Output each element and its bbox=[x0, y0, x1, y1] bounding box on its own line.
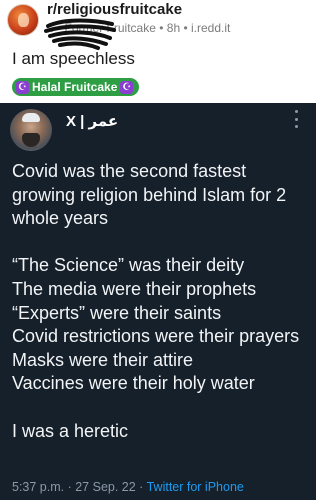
meta-separator-2: • bbox=[180, 21, 192, 35]
tweet-line: Vaccines were their holy water bbox=[12, 373, 255, 394]
post-flair-label: Halal Fruitcake bbox=[32, 80, 118, 94]
tweet-line: Covid was the second fastest growing rel… bbox=[12, 161, 287, 229]
tweet-line: “The Science” was their deity bbox=[12, 255, 245, 276]
tweet-card: X | عمر Covid was the second fastest gro… bbox=[0, 103, 316, 500]
tweet-client-link[interactable]: Twitter for iPhone bbox=[147, 480, 244, 494]
post-title[interactable]: I am speechless bbox=[12, 49, 135, 69]
tweet-line: Covid restrictions were their prayers bbox=[12, 326, 300, 347]
footer-separator-1: · bbox=[64, 480, 76, 494]
reddit-post-header: r/religiousfruitcake .. • Former Fruitca… bbox=[0, 0, 316, 102]
username-redaction-scribble bbox=[44, 18, 116, 50]
tweet-footer: 5:37 p.m. · 27 Sep. 22 · Twitter for iPh… bbox=[12, 480, 244, 494]
tweet-author-avatar[interactable] bbox=[10, 109, 52, 151]
footer-separator-2: · bbox=[135, 480, 147, 494]
tweet-text: Covid was the second fastest growing rel… bbox=[12, 160, 310, 443]
post-age: 8h bbox=[166, 21, 181, 35]
more-options-icon[interactable] bbox=[290, 110, 302, 128]
tweet-author-name[interactable]: X | عمر bbox=[66, 112, 118, 130]
tweet-line: I was a heretic bbox=[12, 420, 129, 441]
tweet-time[interactable]: 5:37 p.m. bbox=[12, 480, 64, 494]
crescent-moon-icon: ☪ bbox=[16, 80, 29, 94]
tweet-line: “Experts” were their saints bbox=[12, 302, 222, 323]
avatar-cap-shape bbox=[22, 113, 40, 122]
post-flair[interactable]: ☪ Halal Fruitcake ☪ bbox=[12, 78, 140, 96]
post-domain[interactable]: i.redd.it bbox=[191, 21, 230, 35]
tweet-line: The media were their prophets bbox=[12, 278, 257, 299]
avatar-beard-shape bbox=[22, 133, 40, 147]
meta-separator-1: • bbox=[155, 21, 167, 35]
subreddit-avatar[interactable] bbox=[7, 4, 39, 36]
tweet-date[interactable]: 27 Sep. 22 bbox=[75, 480, 135, 494]
tweet-line: Masks were their attire bbox=[12, 349, 194, 370]
crescent-moon-icon-trailing: ☪ bbox=[120, 80, 134, 94]
